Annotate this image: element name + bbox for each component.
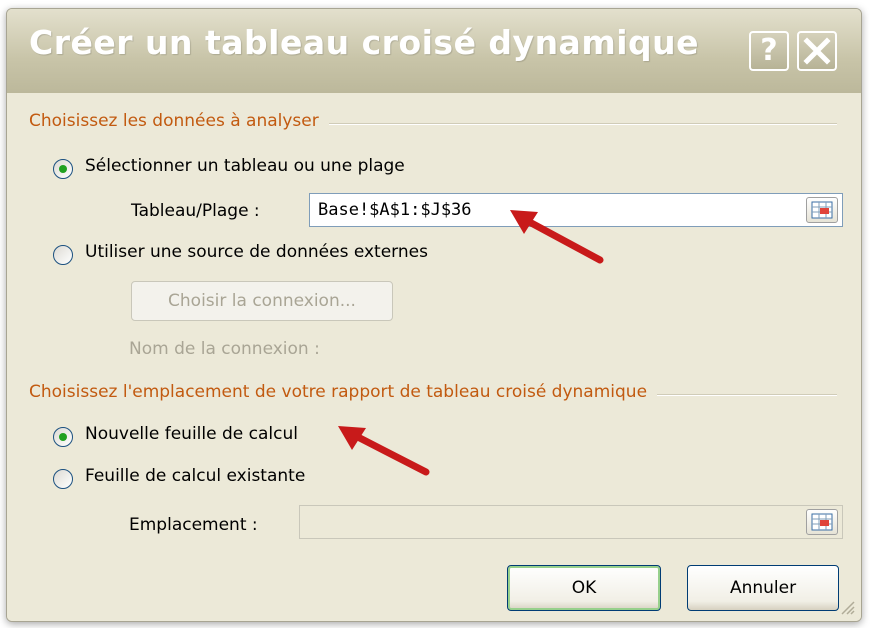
annotation-arrow-icon — [338, 426, 430, 476]
connection-name-label: Nom de la connexion : — [129, 339, 320, 359]
help-button[interactable]: ? — [749, 31, 789, 71]
range-label: Tableau/Plage : — [131, 201, 260, 221]
cancel-button[interactable]: Annuler — [687, 565, 839, 611]
help-icon: ? — [760, 33, 778, 68]
location-label: Emplacement : — [129, 515, 258, 535]
radio-new-sheet-label[interactable]: Nouvelle feuille de calcul — [85, 424, 298, 444]
pivot-table-dialog: Créer un tableau croisé dynamique ? Choi… — [6, 8, 862, 622]
radio-existing-sheet-label[interactable]: Feuille de calcul existante — [85, 466, 305, 486]
close-icon — [803, 37, 831, 65]
choose-connection-button[interactable]: Choisir la connexion... — [131, 281, 393, 321]
radio-new-sheet[interactable] — [53, 427, 73, 447]
range-collapse-button[interactable] — [806, 197, 838, 223]
radio-external-source-label[interactable]: Utiliser une source de données externes — [85, 242, 428, 262]
range-input-value: Base!$A$1:$J$36 — [318, 200, 472, 220]
ok-button[interactable]: OK — [507, 565, 661, 611]
group-label-location: Choisissez l'emplacement de votre rappor… — [29, 382, 658, 402]
title-bar[interactable]: Créer un tableau croisé dynamique ? — [7, 9, 861, 93]
location-input[interactable] — [299, 505, 843, 539]
range-select-icon — [811, 201, 833, 219]
radio-select-table-label[interactable]: Sélectionner un tableau ou une plage — [85, 156, 405, 176]
dialog-body: Choisissez les données à analyser Sélect… — [7, 93, 861, 621]
group-label-data: Choisissez les données à analyser — [29, 111, 329, 131]
radio-select-table[interactable] — [53, 159, 73, 179]
radio-existing-sheet[interactable] — [53, 469, 73, 489]
location-collapse-button[interactable] — [806, 509, 838, 535]
close-button[interactable] — [797, 31, 837, 71]
range-select-icon — [811, 513, 833, 531]
radio-external-source[interactable] — [53, 245, 73, 265]
annotation-arrow-icon — [510, 210, 604, 264]
dialog-title: Créer un tableau croisé dynamique — [29, 23, 700, 62]
resize-grip-icon[interactable] — [839, 599, 855, 615]
